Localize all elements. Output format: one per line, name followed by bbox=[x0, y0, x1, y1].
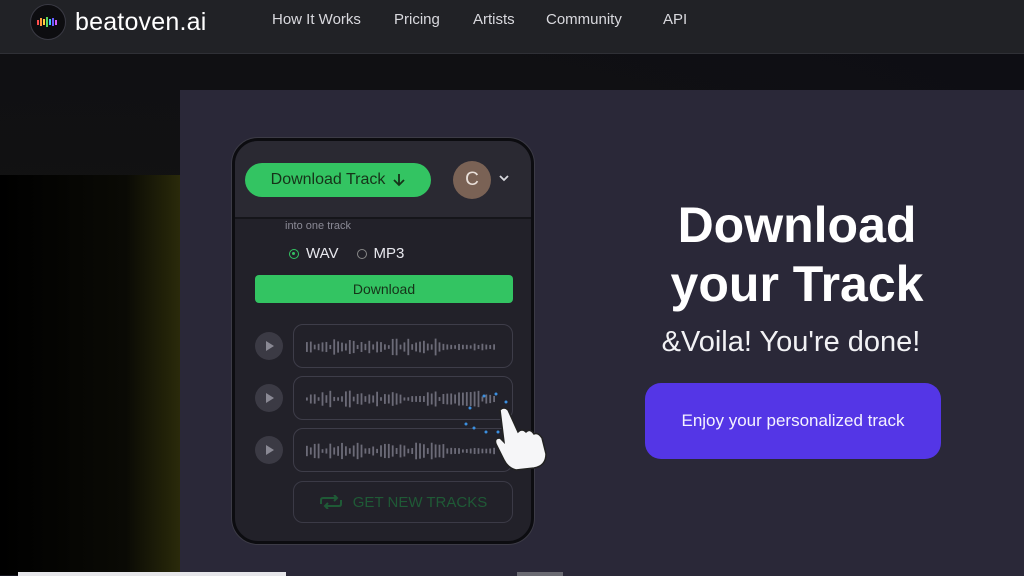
headline-line-2: your Track bbox=[670, 256, 924, 312]
logo-equalizer-icon bbox=[30, 4, 66, 40]
bottom-bar-segment bbox=[517, 572, 563, 576]
play-icon[interactable] bbox=[255, 332, 283, 360]
track-row bbox=[235, 324, 531, 368]
mp3-radio[interactable] bbox=[356, 248, 367, 259]
page-title: Download your Track bbox=[632, 196, 962, 314]
phone-mockup: Download Track C into one track WAV MP3 … bbox=[232, 138, 534, 544]
avatar[interactable]: C bbox=[453, 161, 491, 199]
nav-how-it-works[interactable]: How It Works bbox=[272, 11, 361, 28]
arrow-down-icon bbox=[393, 174, 405, 187]
play-icon[interactable] bbox=[255, 436, 283, 464]
download-track-label: Download Track bbox=[270, 171, 386, 188]
get-new-tracks-label: GET NEW TRACKS bbox=[352, 493, 488, 511]
mp3-label: MP3 bbox=[373, 245, 405, 262]
waveform bbox=[293, 324, 513, 368]
phone-header: Download Track C bbox=[235, 141, 531, 219]
nav-community[interactable]: Community bbox=[546, 11, 622, 28]
nav-pricing[interactable]: Pricing bbox=[394, 11, 440, 28]
nav-api[interactable]: API bbox=[663, 11, 687, 28]
top-nav: beatoven.ai How It Works Pricing Artists… bbox=[0, 0, 1024, 54]
wav-radio[interactable] bbox=[289, 248, 299, 259]
pointing-hand-icon bbox=[464, 392, 547, 471]
get-new-tracks-button[interactable]: GET NEW TRACKS bbox=[293, 481, 513, 523]
format-selector: WAV MP3 bbox=[289, 245, 404, 262]
download-button[interactable]: Download bbox=[255, 275, 513, 303]
wav-label: WAV bbox=[306, 245, 339, 262]
logo-text: beatoven.ai bbox=[75, 7, 207, 36]
logo[interactable]: beatoven.ai bbox=[30, 4, 206, 40]
bottom-bar bbox=[18, 572, 286, 576]
cta-button[interactable]: Enjoy your personalized track bbox=[645, 383, 941, 459]
chevron-down-icon[interactable] bbox=[497, 171, 511, 185]
subheadline: &Voila! You're done! bbox=[661, 326, 921, 358]
download-track-button[interactable]: Download Track bbox=[245, 163, 431, 197]
left-background-strip bbox=[0, 175, 180, 575]
merge-caption: into one track bbox=[285, 220, 352, 232]
play-icon[interactable] bbox=[255, 384, 283, 412]
nav-artists[interactable]: Artists bbox=[473, 11, 515, 28]
shuffle-icon bbox=[319, 495, 342, 509]
headline-line-1: Download bbox=[677, 197, 917, 253]
